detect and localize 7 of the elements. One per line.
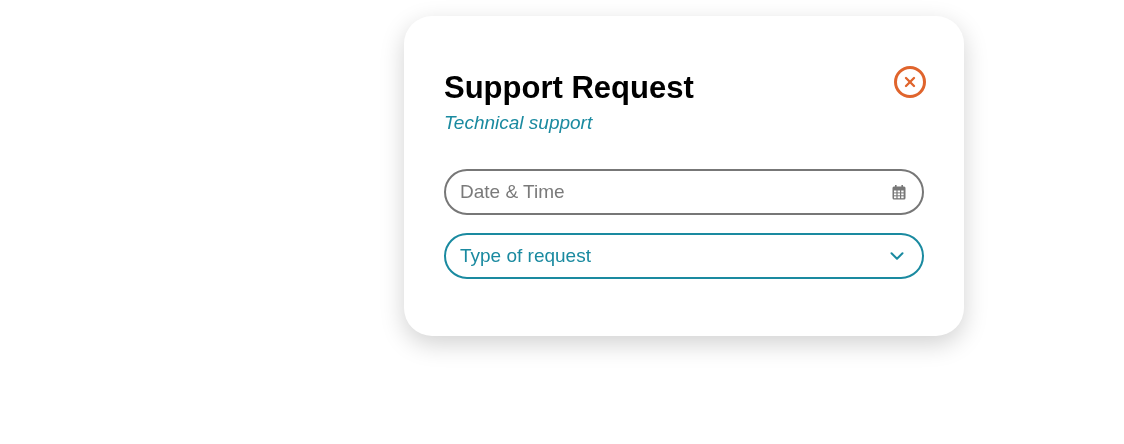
dialog-subtitle: Technical support <box>444 111 593 135</box>
calendar-icon <box>892 185 906 200</box>
date-time-field[interactable]: Date & Time <box>444 169 924 215</box>
dialog-title: Support Request <box>444 69 694 107</box>
request-type-select[interactable]: Type of request <box>444 233 924 279</box>
close-button[interactable] <box>894 66 926 98</box>
close-icon <box>902 74 918 90</box>
